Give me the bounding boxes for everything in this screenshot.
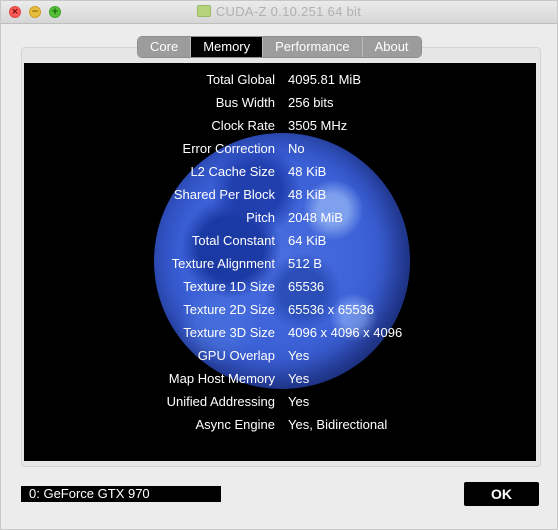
memory-info-row: Pitch 2048 MiB — [24, 207, 536, 230]
memory-info-value: 256 bits — [288, 95, 334, 110]
memory-info-value: Yes, Bidirectional — [288, 417, 388, 432]
memory-info-label: Clock Rate — [211, 118, 275, 133]
memory-info-value: 4095.81 MiB — [288, 72, 361, 87]
memory-info-row: Total Constant 64 KiB — [24, 230, 536, 253]
memory-info-value: 2048 MiB — [288, 210, 343, 225]
memory-info-label: Pitch — [246, 210, 275, 225]
memory-info-label: Unified Addressing — [166, 394, 275, 409]
memory-info-value: 65536 x 65536 — [288, 302, 375, 317]
tab-core[interactable]: Core — [138, 37, 192, 57]
memory-info-value: 48 KiB — [288, 164, 327, 179]
memory-info-row: Texture 3D Size 4096 x 4096 x 4096 — [24, 322, 536, 345]
tab-about[interactable]: About — [362, 37, 421, 57]
memory-info-row: Unified Addressing Yes — [24, 391, 536, 414]
tab-memory[interactable]: Memory — [191, 37, 264, 57]
memory-info-label: Total Global — [206, 72, 275, 87]
memory-panel: Total Global 4095.81 MiB Bus Width 256 bits… — [24, 63, 536, 461]
window-title-text: CUDA-Z 0.10.251 64 bit — [215, 4, 362, 19]
memory-info-label: Texture 2D Size — [183, 302, 275, 317]
memory-info-label: Bus Width — [215, 95, 275, 110]
memory-info-value: 64 KiB — [288, 233, 327, 248]
memory-info-label: Shared Per Block — [173, 187, 275, 202]
memory-info-label: Total Constant — [191, 233, 275, 248]
memory-info-row: Texture 2D Size 65536 x 65536 — [24, 299, 536, 322]
memory-info-row: Clock Rate 3505 MHz — [24, 115, 536, 138]
memory-info-label: Texture Alignment — [171, 256, 275, 271]
memory-info-value: Yes — [288, 371, 310, 386]
ok-button[interactable]: OK — [464, 482, 539, 506]
memory-info-value: 512 B — [288, 256, 322, 271]
memory-info-row: Texture Alignment 512 B — [24, 253, 536, 276]
memory-info-value: 3505 MHz — [288, 118, 348, 133]
memory-info-value: No — [288, 141, 305, 156]
memory-info-row: GPU Overlap Yes — [24, 345, 536, 368]
memory-info-row: Texture 1D Size 65536 — [24, 276, 536, 299]
tab-bar: Core Memory Performance About — [138, 37, 421, 57]
memory-info-value: Yes — [288, 394, 310, 409]
memory-info-value: Yes — [288, 348, 310, 363]
memory-info-label: GPU Overlap — [197, 348, 275, 363]
memory-info-label: Async Engine — [195, 417, 276, 432]
memory-info-row: Error Correction No — [24, 138, 536, 161]
memory-info-row: Bus Width 256 bits — [24, 92, 536, 115]
tab-performance[interactable]: Performance — [263, 37, 363, 57]
memory-info-label: Texture 1D Size — [183, 279, 275, 294]
memory-info-row: L2 Cache Size 48 KiB — [24, 161, 536, 184]
memory-info-value: 65536 — [288, 279, 325, 294]
memory-info-label: Map Host Memory — [168, 371, 275, 386]
app-icon — [196, 5, 211, 17]
memory-info-row: Async Engine Yes, Bidirectional — [24, 414, 536, 437]
device-selector[interactable]: 0: GeForce GTX 970 — [21, 486, 221, 502]
memory-info-value: 48 KiB — [288, 187, 327, 202]
memory-info-value: 4096 x 4096 x 4096 — [288, 325, 403, 340]
memory-info-label: Error Correction — [182, 141, 275, 156]
memory-info-label: L2 Cache Size — [190, 164, 275, 179]
memory-info-row: Total Global 4095.81 MiB — [24, 69, 536, 92]
memory-info-row: Map Host Memory Yes — [24, 368, 536, 391]
memory-info-row: Shared Per Block 48 KiB — [24, 184, 536, 207]
window-title: CUDA-Z 0.10.251 64 bit — [1, 4, 557, 19]
app-window: × − + CUDA-Z 0.10.251 64 bit Core Memory… — [0, 0, 558, 530]
memory-info-label: Texture 3D Size — [183, 325, 275, 340]
title-bar[interactable]: × − + CUDA-Z 0.10.251 64 bit — [1, 1, 557, 24]
